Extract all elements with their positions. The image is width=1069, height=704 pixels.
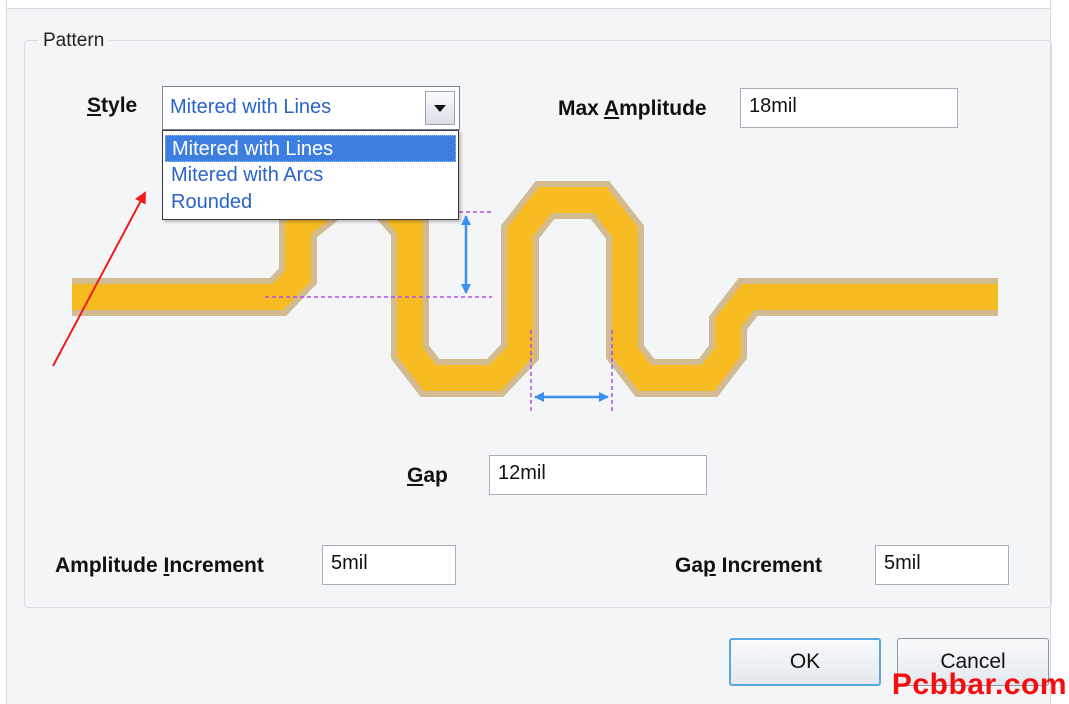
gap-label: Gap: [407, 464, 448, 487]
style-label: Style: [87, 94, 138, 117]
ok-button[interactable]: OK: [729, 638, 881, 686]
style-combobox[interactable]: Mitered with Lines: [162, 86, 460, 130]
style-dropdown-list: Mitered with Lines Mitered with Arcs Rou…: [162, 130, 459, 220]
chevron-down-icon[interactable]: [425, 91, 455, 125]
gap-increment-input[interactable]: 5mil: [875, 545, 1009, 585]
style-option-mitered-with-lines[interactable]: Mitered with Lines: [165, 135, 456, 162]
trace: [72, 181, 998, 397]
amplitude-increment-label: Amplitude Increment: [55, 554, 264, 577]
style-option-rounded[interactable]: Rounded: [165, 189, 456, 216]
style-selected-value: Mitered with Lines: [170, 96, 332, 118]
max-amplitude-input[interactable]: 18mil: [740, 88, 958, 128]
amplitude-increment-input[interactable]: 5mil: [322, 545, 456, 585]
gap-input[interactable]: 12mil: [489, 455, 707, 495]
max-amplitude-label: Max Amplitude: [558, 97, 707, 120]
gap-increment-label: Gap Increment: [675, 554, 823, 577]
style-option-mitered-with-arcs[interactable]: Mitered with Arcs: [165, 162, 456, 189]
watermark: Pcbbar.com: [891, 668, 1067, 701]
